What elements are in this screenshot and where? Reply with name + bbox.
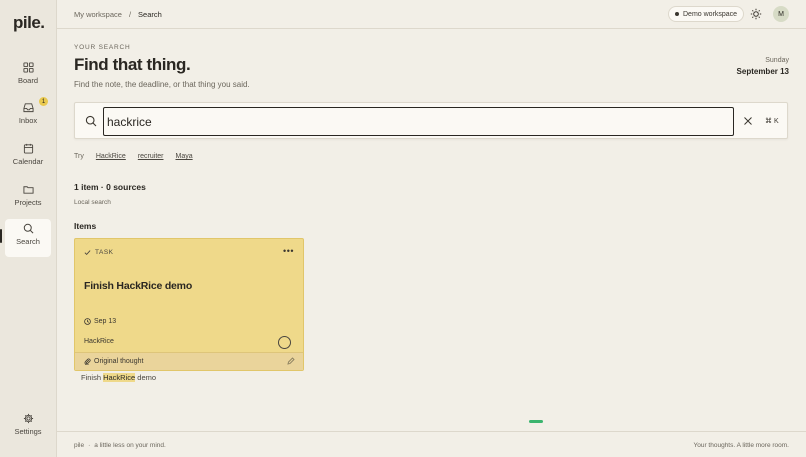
breadcrumb-current: Search [138,10,162,19]
top-bar: My workspace / Search Demo workspace M [57,0,806,29]
workspace-switcher[interactable]: Demo workspace [668,6,745,22]
app-logo[interactable]: pile. [13,13,45,33]
complete-task-checkbox[interactable] [278,336,291,349]
task-card[interactable]: TASK ••• Finish HackRice demo Sep 13 Hac… [74,238,304,371]
workspace-label: Demo workspace [683,10,738,18]
breadcrumb-separator: / [128,10,132,19]
snippet-after: demo [135,373,157,382]
page-title: Find that thing. [74,55,191,74]
search-box: ⌘ K [74,102,788,139]
result-snippet: Finish HackRice demo [81,373,156,382]
date-full: September 13 [736,67,789,76]
card-type: TASK [84,249,114,256]
sidebar-item-label: Projects [14,198,42,207]
more-options-icon[interactable]: ••• [283,246,294,256]
page-eyebrow: YOUR SEARCH [74,44,131,51]
gear-icon [23,413,33,424]
items-heading: Items [74,221,97,231]
original-thought-label: Original thought [94,358,144,365]
sidebar-item-calendar[interactable]: Calendar [5,139,51,177]
results-count: 1 item · 0 sources [74,182,146,192]
card-project: HackRice [84,338,114,345]
search-icon [23,223,33,234]
avatar[interactable]: M [773,6,789,22]
footer-left: pile · a little less on your mind. [74,442,166,449]
sidebar-item-search[interactable]: Search [5,219,51,257]
sidebar-item-inbox[interactable]: 1 Inbox [5,97,51,136]
search-suggestions: Try HackRice recruiter Maya [74,153,193,160]
sun-icon[interactable] [750,8,762,20]
inbox-badge: 1 [39,97,48,106]
main-content: YOUR SEARCH Find that thing. Find the no… [57,29,806,431]
footer: pile · a little less on your mind. Your th… [57,431,806,457]
card-date-label: Sep 13 [94,318,117,325]
card-title: Finish HackRice demo [84,280,193,292]
close-icon[interactable] [743,116,753,126]
date-day: Sunday [765,57,789,64]
search-icon [85,115,97,127]
sidebar-item-label: Board [17,76,38,85]
suggestion-chip[interactable]: recruiter [138,153,164,160]
paperclip-icon [84,358,91,365]
check-icon [84,250,91,256]
search-input[interactable] [103,107,734,136]
footer-right: Your thoughts. A little more room. [693,442,789,449]
try-label: Try [74,153,84,160]
page-subtitle: Find the note, the deadline, or that thi… [74,80,250,89]
keyboard-shortcut: ⌘ K [765,118,779,125]
breadcrumb: My workspace / Search [74,10,162,19]
loading-indicator [529,420,543,423]
grid-icon [22,62,34,73]
active-indicator [0,229,2,243]
sidebar: pile. Board 1 Inbox Calendar Projects Se… [0,0,57,457]
pencil-icon[interactable] [287,357,295,365]
sidebar-item-label: Search [16,237,40,246]
suggestion-chip[interactable]: HackRice [96,153,126,160]
sidebar-item-label: Calendar [12,157,44,166]
inbox-icon [22,103,34,113]
footer-dot: · [88,442,91,449]
folder-icon [22,186,34,194]
workspace-dot-icon [675,12,679,16]
original-thought-link[interactable]: Original thought [84,358,143,365]
sidebar-item-label: Settings [14,427,42,436]
snippet-highlight: HackRice [103,373,136,382]
sidebar-item-label: Inbox [18,116,38,125]
sidebar-item-board[interactable]: Board [5,58,51,96]
clock-icon [84,318,91,325]
sidebar-item-projects[interactable]: Projects [5,180,51,218]
snippet-before: Finish [81,373,104,382]
calendar-icon [23,143,33,154]
breadcrumb-root[interactable]: My workspace [74,10,122,19]
card-type-label: TASK [95,249,114,256]
sidebar-item-settings[interactable]: Settings [5,409,51,447]
card-due-date: Sep 13 [84,318,116,325]
footer-brand: pile [74,442,85,449]
suggestion-chip[interactable]: Maya [176,153,193,160]
card-footer: Original thought [75,352,303,370]
results-mode: Local search [74,199,111,206]
footer-tagline: a little less on your mind. [94,442,166,449]
